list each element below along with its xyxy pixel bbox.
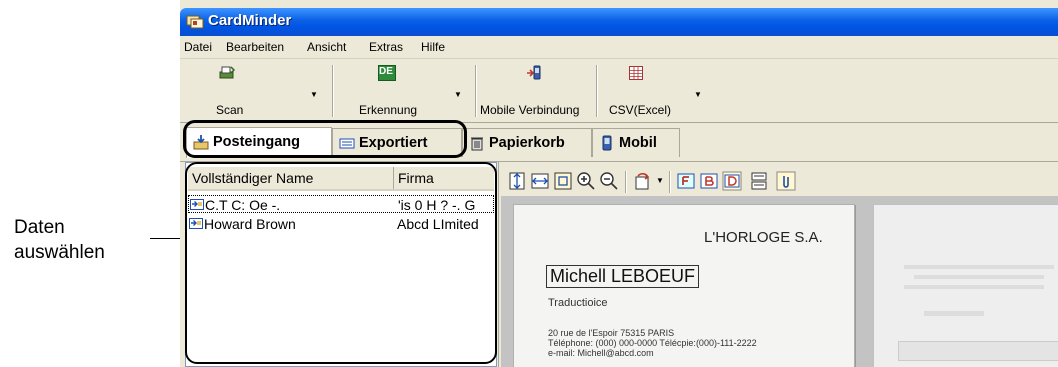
card-record-icon (190, 199, 204, 210)
list-item-company: 'is 0 H ? -. G (398, 197, 476, 213)
rotate-icon[interactable] (632, 171, 652, 191)
scanner-icon (219, 66, 235, 79)
mobile-phone-icon (527, 65, 541, 80)
menu-bearbeiten[interactable]: Bearbeiten (226, 40, 284, 54)
card-back-text-smudge (904, 265, 1054, 269)
card-email: e-mail: Michell@abcd.com (548, 348, 654, 358)
annotation-label: Daten auswählen (14, 215, 105, 265)
card-address: 20 rue de l'Espoir 75315 PARIS (548, 328, 675, 338)
card-image-pane: ▼ L'HORLOGE S.A. Michell LEBOEUF Traduct… (498, 162, 1058, 367)
business-card-back (873, 204, 1058, 367)
list-item[interactable]: C.T C: Oe -. 'is 0 H ? -. G (188, 195, 494, 213)
cardminder-app-icon (186, 15, 204, 29)
card-person-name: Michell LEBOEUF (546, 265, 700, 288)
toolbar-separator (596, 65, 598, 117)
mobile-connection-label: Mobile Verbindung (480, 103, 580, 117)
list-item-company: Abcd LImited (397, 216, 479, 232)
rotate-dropdown-icon[interactable]: ▼ (656, 176, 664, 185)
recognition-label: Erkennung (359, 103, 418, 117)
menu-bar: Datei Bearbeiten Ansicht Extras Hilfe (180, 36, 1058, 59)
annotation-pointer-line (150, 238, 184, 239)
scan-button[interactable]: Scan ▼ (186, 61, 326, 119)
card-role: Traductioice (548, 297, 608, 309)
mobile-icon (602, 135, 612, 151)
tab-papierkorb-label: Papierkorb (489, 135, 565, 151)
front-side-icon[interactable] (676, 171, 696, 191)
back-side-icon[interactable] (699, 171, 719, 191)
image-toolbar-separator (625, 171, 627, 193)
csv-dropdown-icon[interactable]: ▼ (694, 90, 702, 99)
card-image-canvas[interactable]: L'HORLOGE S.A. Michell LEBOEUF Traductio… (501, 196, 1058, 367)
card-back-text-smudge (924, 311, 984, 316)
scan-dropdown-icon[interactable]: ▼ (310, 90, 318, 99)
image-toolbar: ▼ (499, 162, 1058, 196)
toolbar-separator (475, 65, 477, 117)
tab-papierkorb[interactable]: Papierkorb (462, 128, 592, 157)
menu-hilfe[interactable]: Hilfe (421, 40, 445, 54)
main-toolbar: Scan ▼ DE Erkennung ▼ Mobile Verbindung (180, 59, 1058, 123)
card-contact-block: 20 rue de l'Espoir 75315 PARIS Téléphone… (548, 328, 757, 358)
card-back-text-smudge (914, 275, 1044, 279)
zoom-out-icon[interactable] (599, 171, 619, 191)
card-record-icon (189, 218, 203, 229)
menu-ansicht[interactable]: Ansicht (307, 40, 346, 54)
card-back-text-smudge (904, 285, 1044, 289)
mobile-connection-button[interactable]: Mobile Verbindung (478, 61, 596, 119)
list-item-name: Howard Brown (204, 216, 296, 232)
csv-excel-button[interactable]: CSV(Excel) ▼ (600, 61, 702, 119)
card-list[interactable]: Vollständiger Name Firma C.T C: Oe -. 'i… (185, 162, 497, 367)
recognition-dropdown-icon[interactable]: ▼ (454, 90, 462, 99)
trash-bin-icon (471, 137, 483, 151)
layout-icon[interactable] (749, 171, 769, 191)
zoom-in-icon[interactable] (576, 171, 596, 191)
tabs-highlight-callout (183, 120, 467, 158)
double-side-icon[interactable] (722, 171, 742, 191)
card-back-name-smudge (898, 341, 1058, 361)
csv-table-icon (629, 66, 643, 80)
list-header: Vollständiger Name Firma (188, 167, 494, 191)
annotation-line2: auswählen (14, 242, 105, 263)
tab-mobil[interactable]: Mobil (592, 128, 680, 157)
attachment-icon[interactable] (776, 171, 796, 191)
fit-page-icon[interactable] (553, 171, 573, 191)
toolbar-separator (332, 65, 334, 117)
card-company: L'HORLOGE S.A. (704, 229, 823, 246)
fit-height-icon[interactable] (507, 171, 527, 191)
column-header-full-name[interactable]: Vollständiger Name (188, 167, 394, 189)
tab-mobil-label: Mobil (619, 135, 657, 151)
image-toolbar-separator (669, 171, 671, 193)
list-item[interactable]: Howard Brown Abcd LImited (188, 215, 494, 233)
title-bar[interactable]: CardMinder (180, 8, 1058, 36)
list-item-name: C.T C: Oe -. (205, 197, 281, 213)
fit-width-icon[interactable] (530, 171, 550, 191)
menu-extras[interactable]: Extras (369, 40, 403, 54)
card-phone: Téléphone: (000) 000-0000 Télécpie:(000)… (548, 338, 757, 348)
recognition-badge: DE (379, 66, 393, 77)
menu-datei[interactable]: Datei (184, 40, 212, 54)
window-title: CardMinder (208, 12, 292, 29)
app-window: CardMinder Datei Bearbeiten Ansicht Extr… (180, 0, 1058, 367)
csv-excel-label: CSV(Excel) (609, 103, 672, 117)
annotation-line1: Daten (14, 217, 65, 238)
column-header-company[interactable]: Firma (394, 167, 494, 189)
scan-label: Scan (216, 103, 244, 117)
recognition-button[interactable]: DE Erkennung ▼ (338, 61, 468, 119)
business-card-front: L'HORLOGE S.A. Michell LEBOEUF Traductio… (513, 204, 855, 367)
